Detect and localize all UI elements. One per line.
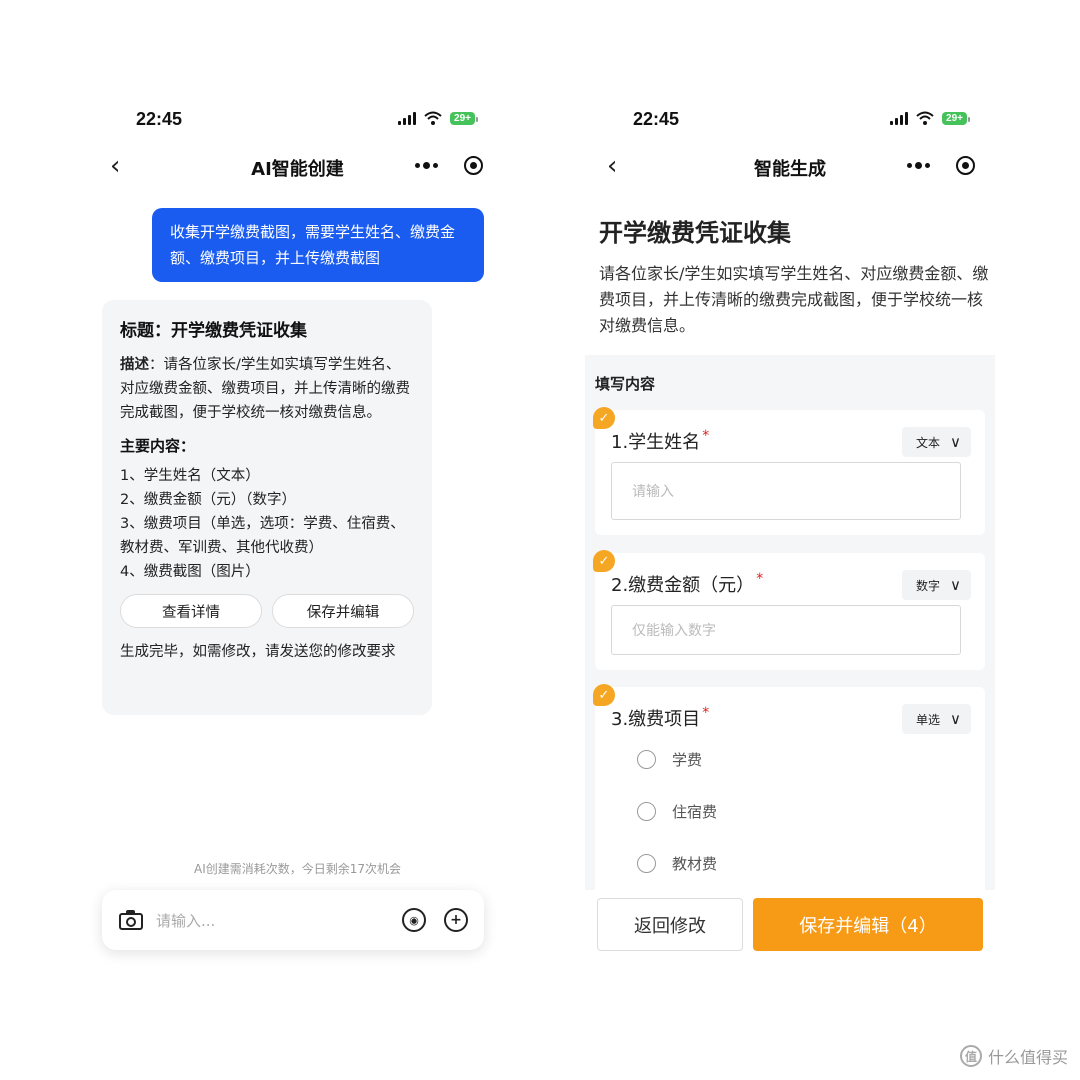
question-card: ✓ 2.缴费金额（元） * 数字 ∨ 仅能输入数字 — [593, 550, 985, 670]
close-target-icon[interactable] — [451, 150, 495, 180]
question-label: 3.缴费项目 * — [611, 705, 710, 730]
main-content-label: 主要内容： — [120, 437, 196, 455]
question-card: ✓ 1.学生姓名 * 文本 ∨ 请输入 — [593, 407, 985, 535]
more-icon[interactable] — [401, 150, 451, 180]
quota-note: AI创建需消耗次数，今日剩余17次机会 — [193, 862, 402, 876]
battery-icon: 29+ — [450, 111, 478, 125]
ai-reply-card: 标题：开学缴费凭证收集 描述：请各位家长/学生如实填写学生姓名、对应缴费金额、缴… — [102, 300, 432, 715]
radio-circle — [637, 750, 656, 769]
list-item: 3、缴费项目（单选，选项：学费、住宿费、教材费、军训费、其他代收费） — [120, 516, 405, 556]
status-time: 22:45 — [136, 109, 183, 129]
list-item: 2、缴费金额（元）（数字） — [120, 492, 296, 508]
status-time: 22:45 — [633, 109, 680, 129]
chat-input[interactable]: 请输入... — [156, 910, 384, 931]
voice-icon[interactable]: ◉ — [402, 908, 426, 932]
save-and-edit-button[interactable]: 保存并编辑 — [272, 594, 414, 628]
more-icon[interactable] — [893, 150, 943, 180]
type-select[interactable]: 数字 ∨ — [902, 570, 971, 600]
chat-input-bar: 请输入... ◉ + — [102, 890, 484, 950]
type-select[interactable]: 单选 ∨ — [902, 704, 971, 734]
plus-icon[interactable]: + — [444, 908, 468, 932]
status-bar: 22:45 29+ — [585, 107, 995, 133]
right-phone-screen: 22:45 29+ ‹ 智能生成 开学缴费凭证收集 请各位家长/学生如实填写学生… — [585, 95, 995, 975]
chevron-down-icon: ∨ — [950, 576, 961, 594]
user-message-bubble: 收集开学缴费截图，需要学生姓名、缴费金额、缴费项目，并上传缴费截图 — [152, 208, 484, 282]
close-target-icon[interactable] — [943, 150, 987, 180]
signal-icon — [890, 111, 909, 125]
chevron-down-icon: ∨ — [950, 433, 961, 451]
desc-label: 描述 — [120, 357, 149, 373]
list-item: 4、缴费截图（图片） — [120, 564, 260, 580]
amount-field[interactable]: 仅能输入数字 — [611, 605, 961, 655]
wifi-icon — [916, 111, 934, 125]
check-badge-icon: ✓ — [593, 550, 615, 572]
status-bar: 22:45 29+ — [100, 107, 495, 133]
radio-circle — [637, 854, 656, 873]
ai-reply-description: 描述：请各位家长/学生如实填写学生姓名、对应缴费金额、缴费项目，并上传清晰的缴费… — [120, 353, 414, 425]
form-title: 开学缴费凭证收集 — [599, 219, 791, 247]
view-details-button[interactable]: 查看详情 — [120, 594, 262, 628]
question-label: 2.缴费金额（元） * — [611, 571, 764, 596]
watermark-text: 什么值得买 — [987, 1048, 1068, 1067]
form-description: 请各位家长/学生如实填写学生姓名、对应缴费金额、缴费项目，并上传清晰的缴费完成截… — [599, 264, 989, 335]
save-and-edit-button[interactable]: 保存并编辑（4） — [753, 898, 983, 951]
watermark: 值 什么值得买 — [959, 1044, 1068, 1068]
wifi-icon — [424, 111, 442, 125]
desc-text: ：请各位家长/学生如实填写学生姓名、对应缴费金额、缴费项目，并上传清晰的缴费完成… — [120, 357, 410, 421]
student-name-field[interactable]: 请输入 — [611, 462, 961, 520]
radio-circle — [637, 802, 656, 821]
battery-icon: 29+ — [942, 111, 970, 125]
question-label: 1.学生姓名 * — [611, 428, 710, 453]
list-item: 1、学生姓名（文本） — [120, 468, 260, 484]
nav-bar: ‹ 智能生成 — [585, 150, 995, 186]
radio-option[interactable]: 住宿费 — [637, 801, 717, 822]
signal-icon — [398, 111, 417, 125]
check-badge-icon: ✓ — [593, 684, 615, 706]
type-select[interactable]: 文本 ∨ — [902, 427, 971, 457]
bottom-action-bar: 返回修改 保存并编辑（4） — [585, 895, 995, 955]
radio-option[interactable]: 学费 — [637, 749, 702, 770]
ai-reply-title: 标题：开学缴费凭证收集 — [120, 321, 307, 341]
question-card: ✓ 3.缴费项目 * 单选 ∨ 学费 住宿费 教材费 — [593, 684, 985, 890]
ai-reply-footer: 生成完毕，如需修改，请发送您的修改要求 — [120, 644, 396, 660]
left-phone-screen: 22:45 29+ ‹ AI智能创建 收集开学缴费截图，需要学生姓名、缴费金额、… — [100, 95, 495, 975]
chevron-down-icon: ∨ — [950, 710, 961, 728]
form-content-panel: 填写内容 ✓ 1.学生姓名 * 文本 ∨ 请输入 ✓ 2.缴费金额（元） * 数字 ∨ … — [585, 355, 995, 890]
back-to-edit-button[interactable]: 返回修改 — [597, 898, 743, 951]
camera-icon[interactable] — [118, 909, 144, 931]
radio-option[interactable]: 教材费 — [637, 853, 717, 874]
panel-label: 填写内容 — [595, 375, 656, 393]
check-badge-icon: ✓ — [593, 407, 615, 429]
nav-bar: ‹ AI智能创建 — [100, 150, 495, 186]
smzdm-logo-icon: 值 — [959, 1045, 982, 1067]
